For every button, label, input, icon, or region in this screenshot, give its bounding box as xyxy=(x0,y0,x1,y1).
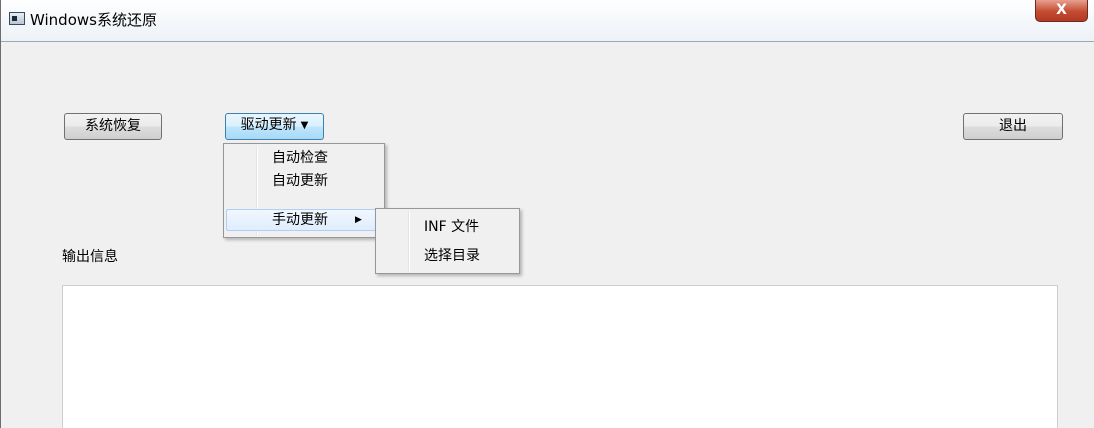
driver-update-label: 驱动更新 xyxy=(240,117,297,133)
window-title: Windows系统还原 xyxy=(30,11,157,29)
system-restore-button[interactable]: 系统恢复 xyxy=(64,113,162,140)
output-text-area[interactable] xyxy=(62,285,1058,428)
main-window: Windows系统还原 X 系统恢复 驱动更新 ▼ 退出 自动检查 自动更新 手动… xyxy=(0,0,1094,428)
title-bar[interactable]: Windows系统还原 X xyxy=(1,0,1094,42)
submenu-item-select-directory[interactable]: 选择目录 xyxy=(378,244,517,268)
exit-button[interactable]: 退出 xyxy=(963,113,1063,140)
menu-item-auto-check[interactable]: 自动检查 xyxy=(226,147,382,169)
driver-update-dropdown-button[interactable]: 驱动更新 ▼ xyxy=(225,113,324,140)
menu-item-auto-update[interactable]: 自动更新 xyxy=(226,170,382,192)
menu-item-label: 自动检查 xyxy=(272,150,328,166)
submenu-item-label: 选择目录 xyxy=(424,248,480,264)
close-button[interactable]: X xyxy=(1035,0,1088,22)
output-label: 输出信息 xyxy=(62,249,118,265)
app-window-icon xyxy=(9,12,25,25)
submenu-item-label: INF 文件 xyxy=(424,219,480,235)
menu-item-label: 手动更新 xyxy=(272,212,328,228)
caret-down-icon: ▼ xyxy=(300,120,309,131)
submenu-arrow-icon: ▶ xyxy=(355,215,362,225)
menu-item-label: 自动更新 xyxy=(272,173,328,189)
manual-update-submenu: INF 文件 选择目录 xyxy=(375,208,520,274)
driver-update-menu: 自动检查 自动更新 手动更新 ▶ xyxy=(223,143,385,238)
menu-item-manual-update[interactable]: 手动更新 ▶ xyxy=(226,209,382,231)
submenu-item-inf-file[interactable]: INF 文件 xyxy=(378,215,517,239)
